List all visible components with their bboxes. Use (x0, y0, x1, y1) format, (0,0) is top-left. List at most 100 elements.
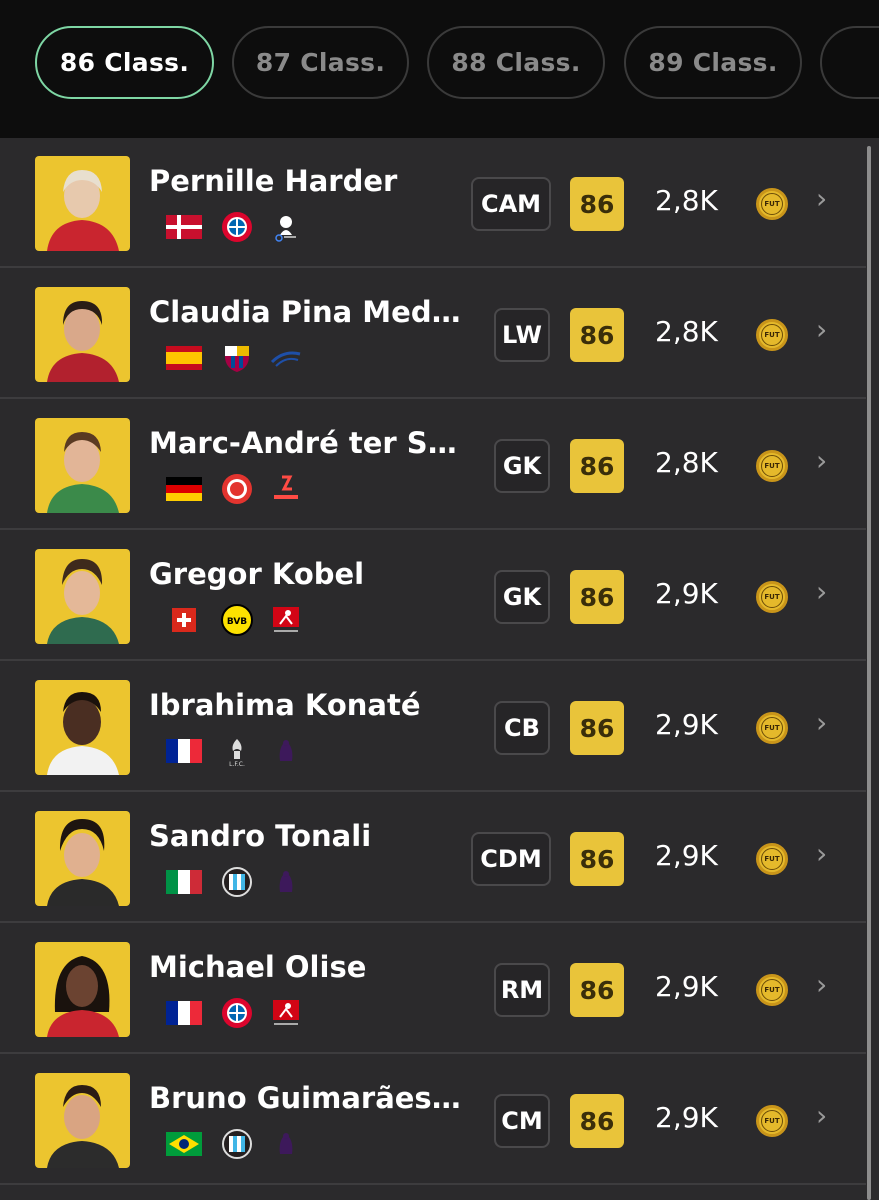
tab-86-class[interactable]: 86 Class. (35, 26, 214, 99)
brazil-flag-icon (166, 1132, 202, 1156)
newcastle-united-icon (221, 866, 253, 898)
player-price: 2,8K (655, 315, 718, 348)
player-portrait (35, 942, 130, 1037)
player-portrait (35, 811, 130, 906)
spain-flag-icon (166, 346, 202, 370)
rating-badge: 86 (570, 832, 624, 886)
tab-89-class[interactable]: 89 Class. (624, 26, 802, 99)
fut-coin-icon: FUT (756, 843, 788, 875)
chevron-right-icon[interactable]: › (816, 577, 836, 607)
rating-badge: 86 (570, 308, 624, 362)
rating-badge: 86 (570, 701, 624, 755)
position-badge: CB (494, 701, 550, 755)
position-badge: CDM (471, 832, 551, 886)
newcastle-united-icon (221, 1128, 253, 1160)
bundesliga-icon (270, 604, 302, 636)
chevron-right-icon[interactable]: › (816, 839, 836, 869)
premier-league-icon (270, 1128, 302, 1160)
chevron-right-icon[interactable]: › (816, 184, 836, 214)
player-name: Gregor Kobel (149, 557, 365, 591)
france-flag-icon (166, 739, 202, 763)
rating-badge: 86 (570, 177, 624, 231)
laliga-icon (270, 473, 302, 505)
fut-coin-icon: FUT (756, 1105, 788, 1137)
player-badges (166, 866, 302, 898)
fc-barcelona-icon (221, 342, 253, 374)
girona-fc-icon (221, 473, 253, 505)
position-badge: RM (494, 963, 550, 1017)
player-portrait (35, 418, 130, 513)
player-row[interactable]: Sandro Tonali CDM 86 2,9K FUT › (0, 793, 866, 923)
player-name: Michael Olise (149, 950, 367, 984)
player-badges (166, 997, 302, 1029)
scrollbar[interactable] (867, 146, 871, 1200)
position-badge: CAM (471, 177, 551, 231)
google-pixel-frauen-bundesliga-icon (270, 211, 302, 243)
player-badges: L.F.C. (166, 735, 302, 768)
germany-flag-icon (166, 477, 202, 501)
player-badges (166, 342, 302, 374)
premier-league-icon (270, 866, 302, 898)
liverpool-fc-icon: L.F.C. (221, 735, 253, 768)
class-filter-bar: 86 Class. 87 Class. 88 Class. 89 Class. (0, 0, 879, 138)
rating-badge: 86 (570, 439, 624, 493)
svg-text:L.F.C.: L.F.C. (229, 761, 245, 767)
player-row[interactable]: Pernille Harder CAM 86 2,8K FUT › (0, 138, 866, 268)
player-portrait (35, 287, 130, 382)
player-price: 2,8K (655, 446, 718, 479)
player-price: 2,8K (655, 184, 718, 217)
player-price: 2,9K (655, 1101, 718, 1134)
position-badge: CM (494, 1094, 550, 1148)
svg-text:BVB: BVB (227, 617, 247, 627)
borussia-dortmund-icon: BVB (221, 604, 253, 636)
player-name: Claudia Pina Medi… (149, 295, 469, 329)
player-row[interactable]: Marc-André ter St… GK 86 2,8K FUT › (0, 400, 866, 530)
chevron-right-icon[interactable]: › (816, 708, 836, 738)
player-name: Marc-André ter St… (149, 426, 469, 460)
switzerland-flag-icon (166, 608, 202, 632)
premier-league-icon (270, 735, 302, 767)
chevron-right-icon[interactable]: › (816, 446, 836, 476)
fc-bayern-icon (221, 211, 253, 243)
player-row[interactable]: Claudia Pina Medi… LW 86 2,8K FUT › (0, 269, 866, 399)
player-name: Pernille Harder (149, 164, 398, 198)
player-portrait (35, 549, 130, 644)
player-row[interactable]: Michael Olise RM 86 2,9K FUT › (0, 924, 866, 1054)
chevron-right-icon[interactable]: › (816, 315, 836, 345)
fut-coin-icon: FUT (756, 450, 788, 482)
position-badge: GK (494, 439, 550, 493)
player-row[interactable]: Ibrahima Konaté L.F.C. CB 86 2,9K FUT › (0, 662, 866, 792)
denmark-flag-icon (166, 215, 202, 239)
player-name: Ibrahima Konaté (149, 688, 421, 722)
player-portrait (35, 680, 130, 775)
player-badges (166, 1128, 302, 1160)
tab-88-class[interactable]: 88 Class. (427, 26, 605, 99)
chevron-right-icon[interactable]: › (816, 970, 836, 1000)
fc-bayern-icon (221, 997, 253, 1029)
player-price: 2,9K (655, 970, 718, 1003)
player-portrait (35, 156, 130, 251)
player-name: Sandro Tonali (149, 819, 372, 853)
player-price: 2,9K (655, 708, 718, 741)
rating-badge: 86 (570, 1094, 624, 1148)
player-row[interactable]: Bruno Guimarães… CM 86 2,9K FUT › (0, 1055, 866, 1185)
italy-flag-icon (166, 870, 202, 894)
fut-coin-icon: FUT (756, 712, 788, 744)
player-price: 2,9K (655, 577, 718, 610)
fut-coin-icon: FUT (756, 974, 788, 1006)
fut-coin-icon: FUT (756, 319, 788, 351)
tab-87-class[interactable]: 87 Class. (232, 26, 409, 99)
player-badges: BVB (166, 604, 302, 636)
player-badges (166, 211, 302, 243)
rating-badge: 86 (570, 570, 624, 624)
position-badge: LW (494, 308, 550, 362)
rating-badge: 86 (570, 963, 624, 1017)
position-badge: GK (494, 570, 550, 624)
chevron-right-icon[interactable]: › (816, 1101, 836, 1131)
player-price: 2,9K (655, 839, 718, 872)
player-row[interactable]: Gregor Kobel BVB GK 86 2,9K FUT › (0, 531, 866, 661)
fut-coin-icon: FUT (756, 581, 788, 613)
france-flag-icon (166, 1001, 202, 1025)
liga-f-icon (270, 342, 302, 374)
tab-next-class[interactable] (820, 26, 879, 99)
